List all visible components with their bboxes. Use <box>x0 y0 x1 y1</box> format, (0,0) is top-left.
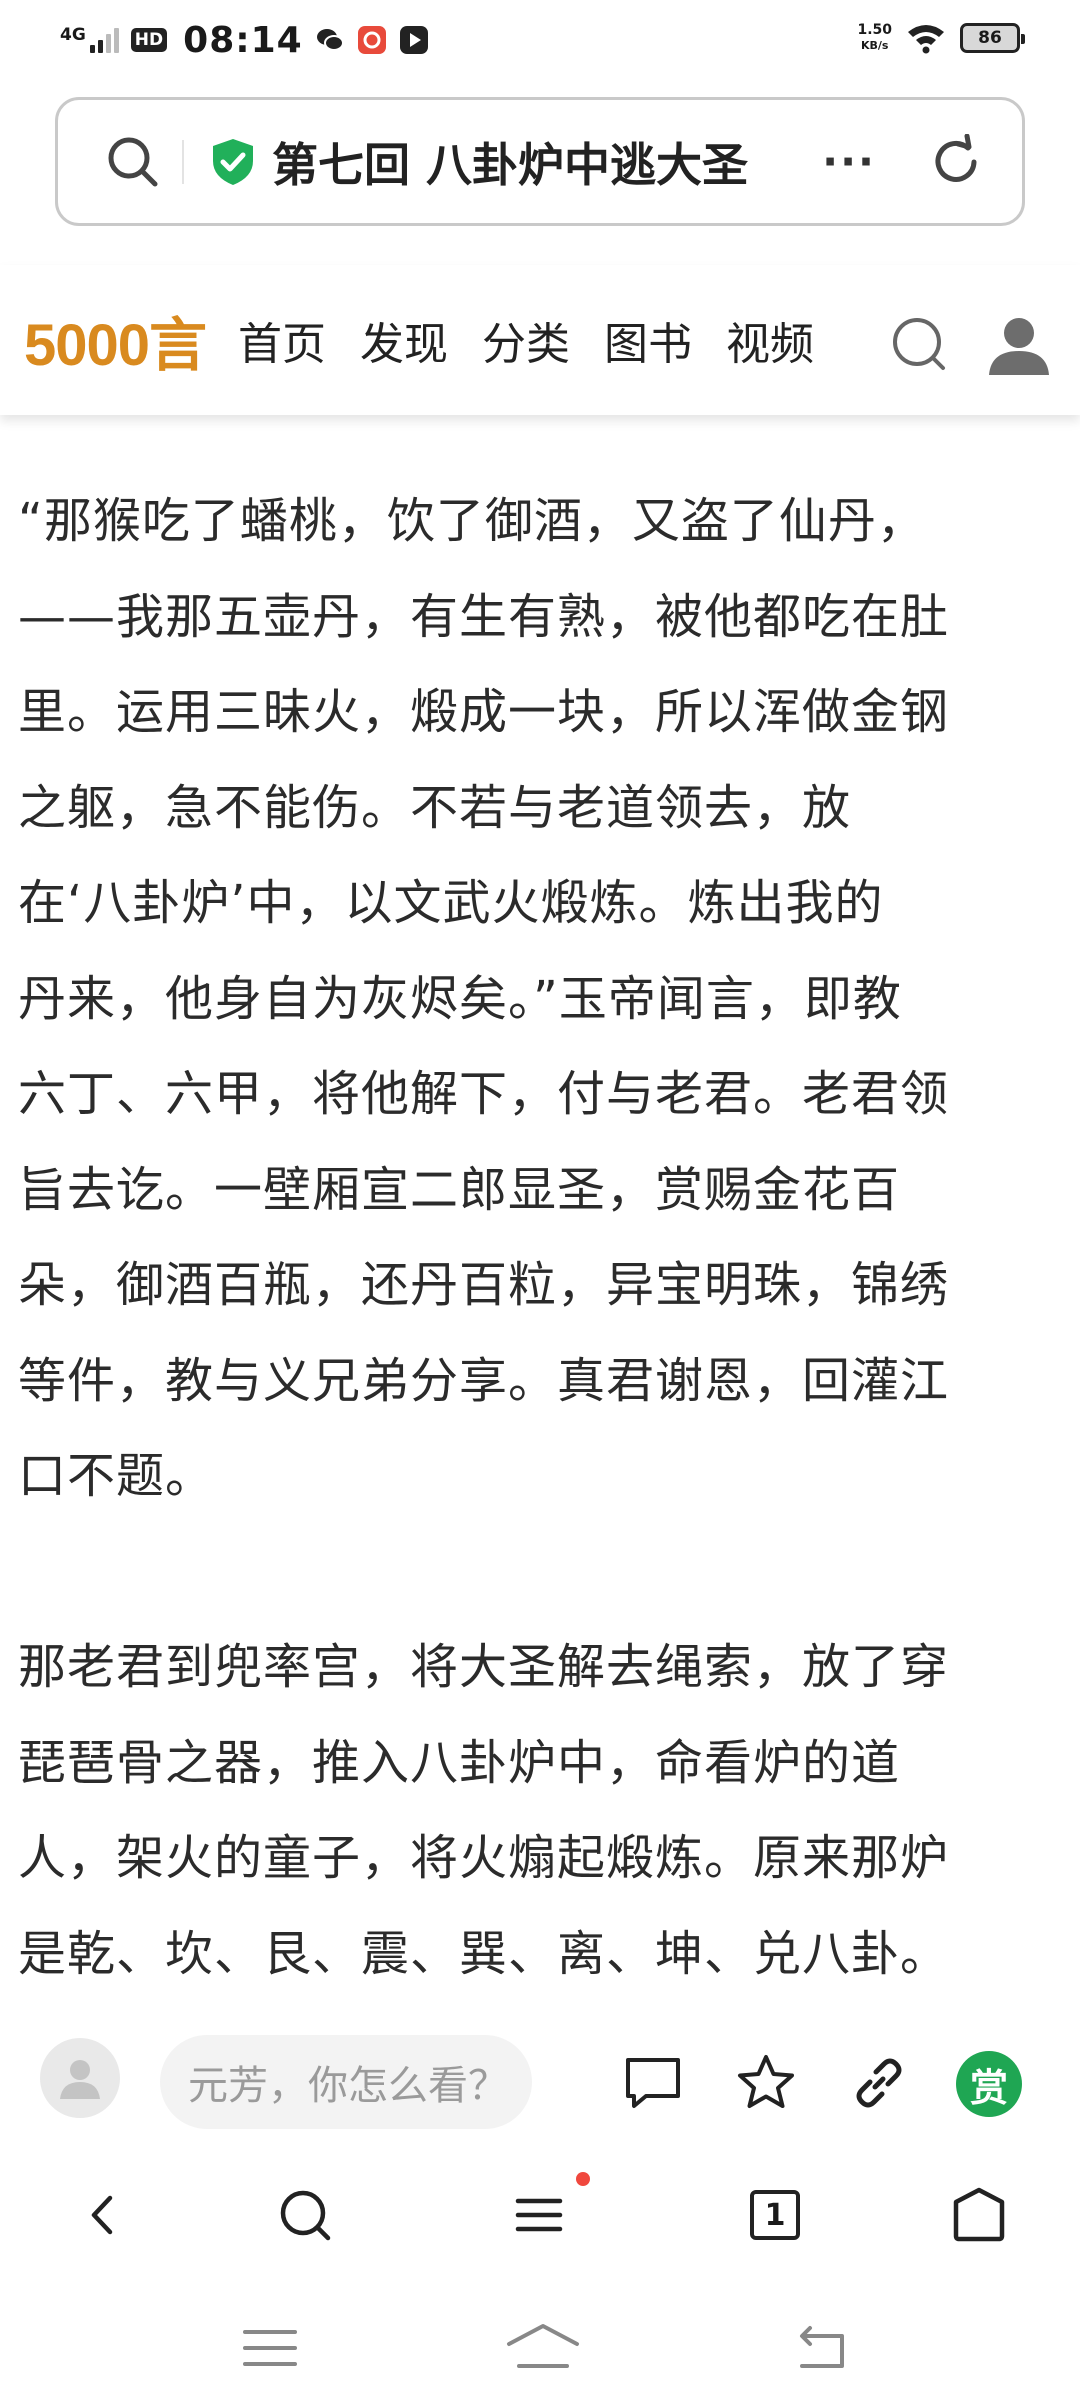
speed-value: 1.50 <box>857 22 892 38</box>
browser-toolbar: 1 <box>0 2150 1080 2280</box>
article-line: 旨去讫。一壁厢宣二郎显圣，赏赐金花百 <box>18 1161 901 1218</box>
site-header: 5000言 首页 发现 分类 图书 视频 <box>0 265 1080 415</box>
star-icon[interactable] <box>735 2052 797 2114</box>
more-icon[interactable]: ··· <box>822 137 876 186</box>
signal-icon <box>89 27 119 53</box>
article-line: 琵琶骨之器，推入八卦炉中，命看炉的道 <box>18 1734 901 1791</box>
search-icon[interactable] <box>272 2182 338 2248</box>
article-line: 之躯，急不能伤。不若与老道领去，放 <box>18 779 852 836</box>
network-speed: 1.50 KB/s <box>857 23 892 53</box>
site-logo[interactable]: 5000言 <box>24 298 207 382</box>
article-line: 在‘八卦炉’中，以文武火煅炼。炼出我的 <box>18 875 884 931</box>
network-type: 4G <box>60 25 86 45</box>
nav-discover[interactable]: 发现 <box>360 308 448 372</box>
video-app-icon <box>399 26 428 54</box>
hd-badge: HD <box>130 28 168 52</box>
avatar-icon <box>60 2060 100 2099</box>
article-line: ——我那五壶丹，有生有熟，被他都吃在肚 <box>18 588 950 645</box>
divider <box>182 139 184 184</box>
status-bar: 4G HD 08:14 1.50 KB/s 86 <box>0 0 1080 80</box>
search-icon[interactable] <box>104 133 162 191</box>
nav-categories[interactable]: 分类 <box>482 308 570 372</box>
system-nav-bar <box>0 2290 1080 2408</box>
back-icon[interactable] <box>70 2182 136 2248</box>
nav-home[interactable]: 首页 <box>238 308 326 372</box>
reload-icon[interactable] <box>928 133 984 190</box>
page-title[interactable]: 第七回 八卦炉中逃大圣 <box>272 129 808 195</box>
article-line: 等件，教与义兄弟分享。真君谢恩，回灌江 <box>18 1352 950 1409</box>
site-search-icon[interactable] <box>890 315 948 373</box>
user-icon[interactable] <box>985 313 1053 377</box>
article-line: 六丁、六甲，将他解下，付与老君。老君领 <box>18 1066 950 1122</box>
comment-bar: 元芳，你怎么看？ 赏 <box>0 2018 1080 2143</box>
recent-apps-icon[interactable] <box>237 2320 303 2376</box>
notification-dot <box>576 2172 590 2186</box>
article-line: 口不题。 <box>18 1448 215 1504</box>
system-home-icon[interactable] <box>505 2320 581 2376</box>
address-bar[interactable]: 第七回 八卦炉中逃大圣 ··· <box>55 97 1025 226</box>
app-notification-icon <box>357 26 386 54</box>
wifi-icon <box>908 25 944 54</box>
article-line: 人，架火的童子，将火煽起煅炼。原来那炉 <box>18 1830 950 1886</box>
comment-input[interactable]: 元芳，你怎么看？ <box>160 2035 532 2129</box>
nav-books[interactable]: 图书 <box>604 308 692 372</box>
home-icon[interactable] <box>946 2182 1012 2248</box>
nav-videos[interactable]: 视频 <box>726 308 814 372</box>
battery-indicator: 86 <box>960 23 1025 53</box>
comment-icon[interactable] <box>622 2052 684 2114</box>
tab-count: 1 <box>750 2190 800 2240</box>
article-line: 丹来，他身自为灰烬矣。”玉帝闻言，即教 <box>18 970 902 1027</box>
link-icon[interactable] <box>848 2052 910 2114</box>
article-line: 是乾、坎、艮、震、巽、离、坤、兑八卦。 <box>18 1925 950 1982</box>
article-line: 里。运用三昧火，煅成一块，所以浑做金钢 <box>18 684 950 740</box>
wechat-icon <box>316 29 344 51</box>
network-indicator: 4G <box>60 27 119 53</box>
clock: 08:14 <box>183 19 303 61</box>
article-line: 那老君到兜率宫，将大圣解去绳索，放了穿 <box>18 1639 950 1695</box>
article-line: “那猴吃了蟠桃，饮了御酒，又盗了仙丹， <box>18 493 926 549</box>
avatar[interactable] <box>40 2038 120 2118</box>
article-body: “那猴吃了蟠桃，饮了御酒，又盗了仙丹， ——我那五壶丹，有生有熟，被他都吃在肚 … <box>18 474 1068 2074</box>
site-nav: 首页 发现 分类 图书 视频 <box>238 308 814 372</box>
speed-unit: KB/s <box>860 39 889 52</box>
reward-button[interactable]: 赏 <box>956 2051 1022 2117</box>
menu-icon[interactable] <box>506 2182 572 2248</box>
system-back-icon[interactable] <box>790 2320 856 2376</box>
security-shield-icon <box>213 138 253 185</box>
article-line: 朵，御酒百瓶，还丹百粒，异宝明珠，锦绣 <box>18 1257 950 1313</box>
tabs-button[interactable]: 1 <box>742 2182 808 2248</box>
